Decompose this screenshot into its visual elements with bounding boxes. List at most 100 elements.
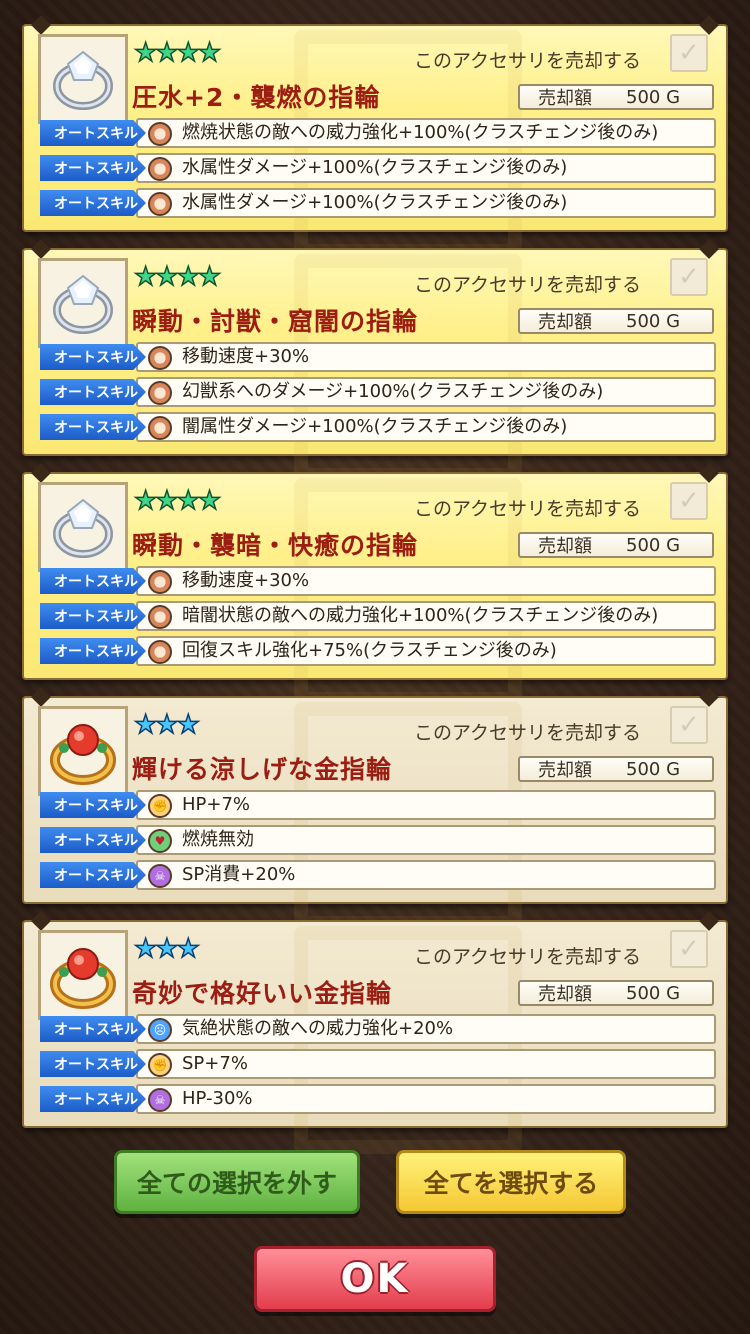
checkmark-icon: ✓ [678, 486, 700, 516]
skill-box: 暗闇状態の敵への威力強化+100%(クラスチェンジ後のみ) [136, 601, 716, 631]
rarity-stars: ★★★ [133, 934, 200, 964]
sell-label: このアクセサリを売却する [414, 722, 642, 744]
skill-box: ✊ SP+7% [136, 1049, 716, 1079]
sell-checkbox[interactable]: ✓ [670, 930, 708, 968]
ring-thumbnail[interactable] [38, 482, 128, 572]
sell-price-box: 売却額 500 G [518, 84, 714, 110]
skill-box: 闇属性ダメージ+100%(クラスチェンジ後のみ) [136, 412, 716, 442]
checkmark-icon: ✓ [678, 262, 700, 292]
hp-icon: ✊ [148, 1053, 172, 1077]
silver-ring-icon [53, 50, 113, 110]
ring-thumbnail[interactable] [38, 930, 128, 1020]
pot-icon [148, 640, 172, 664]
skill-box: ✊ HP+7% [136, 790, 716, 820]
accessory-card: ★★★★ 瞬動・討獣・窟闇の指輪 このアクセサリを売却する ✓ 売却額 500 … [22, 239, 728, 482]
skill-box: 水属性ダメージ+100%(クラスチェンジ後のみ) [136, 188, 716, 218]
gold-ring-icon [50, 948, 116, 1009]
skill-text: 燃焼無効 [182, 829, 254, 850]
auto-skill-tag: オートスキル [40, 862, 146, 888]
sell-label: このアクセサリを売却する [414, 50, 642, 72]
skill-row: 幻獣系へのダメージ+100%(クラスチェンジ後のみ) オートスキル [40, 377, 716, 407]
skill-box: 回復スキル強化+75%(クラスチェンジ後のみ) [136, 636, 716, 666]
rarity-stars: ★★★★ [133, 486, 222, 516]
skill-row: ☠ HP-30% オートスキル [40, 1084, 716, 1114]
skill-text: HP-30% [182, 1088, 253, 1109]
skill-box: 移動速度+30% [136, 566, 716, 596]
sell-checkbox[interactable]: ✓ [670, 34, 708, 72]
skill-text: 闇属性ダメージ+100%(クラスチェンジ後のみ) [182, 416, 568, 437]
deselect-all-button[interactable]: 全ての選択を外す [114, 1150, 360, 1214]
sell-checkbox[interactable]: ✓ [670, 482, 708, 520]
skill-text: 移動速度+30% [182, 346, 310, 367]
ring-thumbnail[interactable] [38, 706, 128, 796]
skill-box: 移動速度+30% [136, 342, 716, 372]
pot-icon [148, 605, 172, 629]
pot-icon [148, 570, 172, 594]
auto-skill-tag: オートスキル [40, 1016, 146, 1042]
auto-skill-tag: オートスキル [40, 638, 146, 664]
accessory-name: 瞬動・襲暗・快癒の指輪 [132, 531, 419, 560]
accessory-name: 瞬動・討獣・窟闇の指輪 [132, 307, 419, 336]
fire-icon: ♥ [148, 829, 172, 853]
skill-row: ☠ SP消費+20% オートスキル [40, 860, 716, 890]
select-all-button[interactable]: 全てを選択する [396, 1150, 626, 1214]
gold-ring-icon [50, 724, 116, 785]
silver-ring-icon [53, 498, 113, 558]
auto-skill-tag: オートスキル [40, 1086, 146, 1112]
auto-skill-tag: オートスキル [40, 379, 146, 405]
pot-icon [148, 122, 172, 146]
sell-price-box: 売却額 500 G [518, 980, 714, 1006]
skill-row: 暗闇状態の敵への威力強化+100%(クラスチェンジ後のみ) オートスキル [40, 601, 716, 631]
skill-row: 水属性ダメージ+100%(クラスチェンジ後のみ) オートスキル [40, 153, 716, 183]
skull-icon: ☠ [148, 1088, 172, 1112]
auto-skill-tag: オートスキル [40, 414, 146, 440]
accessory-card: ★★★ 奇妙で格好いい金指輪 このアクセサリを売却する ✓ 売却額 500 G … [22, 911, 728, 1154]
ring-thumbnail[interactable] [38, 258, 128, 348]
skill-text: 水属性ダメージ+100%(クラスチェンジ後のみ) [182, 192, 568, 213]
sell-price-box: 売却額 500 G [518, 532, 714, 558]
skill-row: 移動速度+30% オートスキル [40, 342, 716, 372]
checkmark-icon: ✓ [678, 710, 700, 740]
skill-text: 水属性ダメージ+100%(クラスチェンジ後のみ) [182, 157, 568, 178]
auto-skill-tag: オートスキル [40, 155, 146, 181]
accessory-name: 圧水+2・襲燃の指輪 [132, 83, 381, 112]
sell-checkbox[interactable]: ✓ [670, 258, 708, 296]
skill-box: ☠ HP-30% [136, 1084, 716, 1114]
auto-skill-tag: オートスキル [40, 603, 146, 629]
pot-icon [148, 157, 172, 181]
sell-label: このアクセサリを売却する [414, 498, 642, 520]
checkmark-icon: ✓ [678, 38, 700, 68]
skill-text: 回復スキル強化+75%(クラスチェンジ後のみ) [182, 640, 557, 661]
skill-row: ✊ SP+7% オートスキル [40, 1049, 716, 1079]
ring-thumbnail[interactable] [38, 34, 128, 124]
skull-icon: ☠ [148, 864, 172, 888]
price-value: 500 G [626, 534, 681, 556]
accessory-card: ★★★★ 瞬動・襲暗・快癒の指輪 このアクセサリを売却する ✓ 売却額 500 … [22, 463, 728, 706]
accessory-card: ★★★ 輝ける涼しげな金指輪 このアクセサリを売却する ✓ 売却額 500 G … [22, 687, 728, 930]
skill-text: 燃焼状態の敵への威力強化+100%(クラスチェンジ後のみ) [182, 122, 659, 143]
hp-icon: ✊ [148, 794, 172, 818]
price-value: 500 G [626, 310, 681, 332]
price-value: 500 G [626, 758, 681, 780]
silver-ring-icon [53, 274, 113, 334]
skill-text: SP消費+20% [182, 864, 296, 885]
skill-text: HP+7% [182, 794, 251, 815]
price-label: 売却額 [538, 536, 592, 557]
skill-box: ☠ SP消費+20% [136, 860, 716, 890]
skill-text: 幻獣系へのダメージ+100%(クラスチェンジ後のみ) [182, 381, 604, 402]
auto-skill-tag: オートスキル [40, 792, 146, 818]
pot-icon [148, 381, 172, 405]
skill-text: 気絶状態の敵への威力強化+20% [182, 1018, 454, 1039]
skill-row: 水属性ダメージ+100%(クラスチェンジ後のみ) オートスキル [40, 188, 716, 218]
checkmark-icon: ✓ [678, 934, 700, 964]
skill-row: 回復スキル強化+75%(クラスチェンジ後のみ) オートスキル [40, 636, 716, 666]
ok-button[interactable]: OK [254, 1246, 496, 1312]
skill-box: 燃焼状態の敵への威力強化+100%(クラスチェンジ後のみ) [136, 118, 716, 148]
pot-icon [148, 346, 172, 370]
sell-price-box: 売却額 500 G [518, 756, 714, 782]
sell-label: このアクセサリを売却する [414, 946, 642, 968]
price-label: 売却額 [538, 760, 592, 781]
sell-checkbox[interactable]: ✓ [670, 706, 708, 744]
skill-box: 幻獣系へのダメージ+100%(クラスチェンジ後のみ) [136, 377, 716, 407]
price-label: 売却額 [538, 984, 592, 1005]
